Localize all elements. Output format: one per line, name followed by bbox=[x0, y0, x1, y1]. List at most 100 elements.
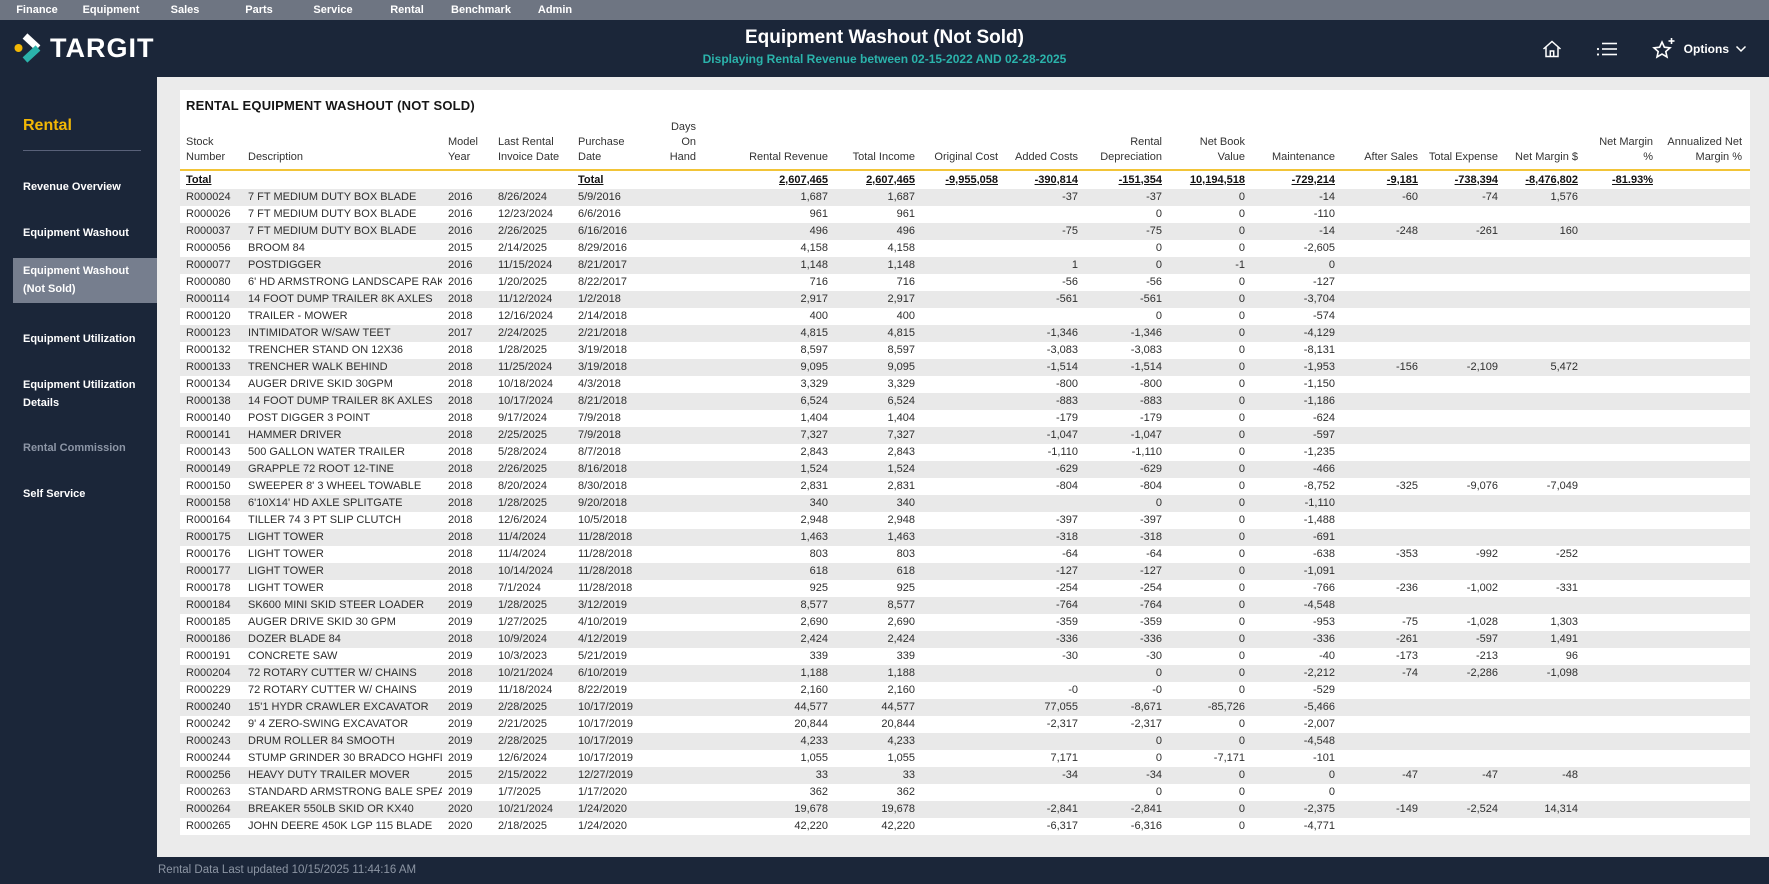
home-button[interactable] bbox=[1540, 37, 1564, 61]
table-row[interactable]: R000176 LIGHT TOWER 2018 11/4/2024 11/28/201… bbox=[180, 546, 1750, 563]
cell-total-income: 2,690 bbox=[887, 616, 915, 629]
column-header-stock-number[interactable]: Stock Number bbox=[180, 118, 242, 170]
nav-item-benchmark[interactable]: Benchmark bbox=[444, 0, 518, 20]
table-row[interactable]: R000178 LIGHT TOWER 2018 7/1/2024 11/28/2018… bbox=[180, 580, 1750, 597]
cell-days-on-hand bbox=[652, 682, 704, 699]
sidebar-item-rental-commission[interactable]: Rental Commission bbox=[0, 440, 157, 458]
table-row[interactable]: R000175 LIGHT TOWER 2018 11/4/2024 11/28/201… bbox=[180, 528, 1750, 546]
table-row[interactable]: R000037 7 FT MEDIUM DUTY BOX BLADE 2016 2/2… bbox=[180, 222, 1750, 240]
cell-after-sales bbox=[1343, 495, 1426, 512]
cell-net-book-value: 0 bbox=[1238, 344, 1245, 357]
total-row[interactable]: Total Total 2,607,465 2,607,465 -9,955,058 -3… bbox=[180, 170, 1750, 189]
cell-maintenance: -101 bbox=[1312, 752, 1335, 765]
table-row[interactable]: R000242 9' 4 ZERO-SWING EXCAVATOR 2019 2/21… bbox=[180, 716, 1750, 733]
table-row[interactable]: R000080 6' HD ARMSTRONG LANDSCAPE RAKE 201… bbox=[180, 274, 1750, 291]
options-button[interactable]: Options bbox=[1650, 35, 1747, 63]
table-row[interactable]: R000133 TRENCHER WALK BEHIND 2018 11/25/202… bbox=[180, 358, 1750, 376]
nav-item-sales[interactable]: Sales bbox=[148, 0, 222, 20]
table-row[interactable]: R000077 POSTDIGGER 2016 11/15/2024 8/21/2017… bbox=[180, 256, 1750, 274]
table-row[interactable]: R000265 JOHN DEERE 450K LGP 115 BLADE 2020… bbox=[180, 818, 1750, 835]
table-row[interactable]: R000140 POST DIGGER 3 POINT 2018 9/17/2024 7… bbox=[180, 410, 1750, 427]
nav-item-equipment[interactable]: Equipment bbox=[74, 0, 148, 20]
sidebar-item-equipment-utilization[interactable]: Equipment Utilization bbox=[0, 331, 157, 349]
cell-rental-depreciation: -804 bbox=[1139, 480, 1162, 493]
column-header-total-income[interactable]: Total Income bbox=[836, 118, 923, 170]
cell-total-income: 2,917 bbox=[887, 293, 915, 306]
cell-model-year: 2018 bbox=[448, 344, 473, 357]
table-row[interactable]: R000177 LIGHT TOWER 2018 10/14/2024 11/28/20… bbox=[180, 562, 1750, 580]
column-header-last-rental-invoice-date[interactable]: Last Rental Invoice Date bbox=[492, 118, 572, 170]
cell-net-margin bbox=[1586, 818, 1661, 835]
sidebar-item-equipment-washout[interactable]: Equipment Washout bbox=[0, 225, 157, 243]
column-header-description[interactable]: Description bbox=[242, 118, 442, 170]
table-row[interactable]: R000243 DRUM ROLLER 84 SMOOTH 2019 2/28/202… bbox=[180, 732, 1750, 750]
table-row[interactable]: R000158 6'10X14' HD AXLE SPLITGATE 2018 1/2… bbox=[180, 494, 1750, 512]
menu-list-button[interactable] bbox=[1594, 37, 1620, 61]
table-row[interactable]: R000138 14 FOOT DUMP TRAILER 8K AXLES 2018… bbox=[180, 392, 1750, 410]
column-header-maintenance[interactable]: Maintenance bbox=[1253, 118, 1343, 170]
table-row[interactable]: R000134 AUGER DRIVE SKID 30GPM 2018 10/18/2… bbox=[180, 376, 1750, 393]
sidebar-item-equipment-washout-not-sold[interactable]: Equipment Washout (Not Sold) bbox=[13, 258, 157, 304]
nav-item-parts[interactable]: Parts bbox=[222, 0, 296, 20]
table-row[interactable]: R000264 BREAKER 550LB SKID OR KX40 2020 10/… bbox=[180, 800, 1750, 818]
nav-item-rental[interactable]: Rental bbox=[370, 0, 444, 20]
cell-description: TILLER 74 3 PT SLIP CLUTCH bbox=[248, 514, 402, 527]
table-row[interactable]: R000185 AUGER DRIVE SKID 30 GPM 2019 1/27/2… bbox=[180, 614, 1750, 631]
nav-item-admin[interactable]: Admin bbox=[518, 0, 592, 20]
nav-item-service[interactable]: Service bbox=[296, 0, 370, 20]
column-header-days-on-hand[interactable]: Days On Hand bbox=[652, 118, 704, 170]
table-row[interactable]: R000149 GRAPPLE 72 ROOT 12-TINE 2018 2/26/2… bbox=[180, 460, 1750, 478]
cell-net-margin bbox=[1586, 699, 1661, 716]
cell-original-cost bbox=[923, 240, 1006, 257]
column-header-added-costs[interactable]: Added Costs bbox=[1006, 118, 1086, 170]
cell-last-rental-invoice-date: 2/25/2025 bbox=[498, 429, 547, 442]
table-row[interactable]: R000256 HEAVY DUTY TRAILER MOVER 2015 2/15/… bbox=[180, 766, 1750, 784]
cell-after-sales bbox=[1343, 818, 1426, 835]
cell-model-year: 2018 bbox=[448, 480, 473, 493]
column-header-model-year[interactable]: Model Year bbox=[442, 118, 492, 170]
table-row[interactable]: R000240 15'1 HYDR CRAWLER EXCAVATOR 2019 2/… bbox=[180, 698, 1750, 716]
cell-purchase-date: 10/5/2018 bbox=[578, 514, 627, 527]
table-row[interactable]: R000123 INTIMIDATOR W/SAW TEET 2017 2/24/20… bbox=[180, 324, 1750, 342]
table-row[interactable]: R000132 TRENCHER STAND ON 12X36 2018 1/28/2… bbox=[180, 342, 1750, 359]
nav-item-finance[interactable]: Finance bbox=[0, 0, 74, 20]
column-header-after-sales[interactable]: After Sales bbox=[1343, 118, 1426, 170]
table-row[interactable]: R000024 7 FT MEDIUM DUTY BOX BLADE 2016 8/2… bbox=[180, 188, 1750, 206]
column-header-net-margin[interactable]: Net Margin $ bbox=[1506, 118, 1586, 170]
column-header-original-cost[interactable]: Original Cost bbox=[923, 118, 1006, 170]
column-header-total-expense[interactable]: Total Expense bbox=[1426, 118, 1506, 170]
column-header-annualized-net-margin[interactable]: Annualized Net Margin % bbox=[1661, 118, 1750, 170]
table-row[interactable]: R000143 500 GALLON WATER TRAILER 2018 5/28/… bbox=[180, 444, 1750, 461]
cell-rental-revenue: 2,948 bbox=[800, 514, 828, 527]
cell-net-book-value: 0 bbox=[1238, 361, 1245, 374]
targit-logo[interactable]: TARGIT bbox=[14, 32, 154, 64]
table-row[interactable]: R000150 SWEEPER 8' 3 WHEEL TOWABLE 2018 8/2… bbox=[180, 478, 1750, 495]
cell-added-costs: -254 bbox=[1055, 582, 1078, 595]
table-row[interactable]: R000244 STUMP GRINDER 30 BRADCO HGHFL 2019… bbox=[180, 750, 1750, 767]
table-row[interactable]: R000164 TILLER 74 3 PT SLIP CLUTCH 2018 12/… bbox=[180, 512, 1750, 529]
column-header-purchase-date[interactable]: Purchase Date bbox=[572, 118, 652, 170]
table-row[interactable]: R000026 7 FT MEDIUM DUTY BOX BLADE 2016 12/… bbox=[180, 206, 1750, 223]
column-header-net-margin[interactable]: Net Margin % bbox=[1586, 118, 1661, 170]
table-row[interactable]: R000186 DOZER BLADE 84 2018 10/9/2024 4/12/2… bbox=[180, 630, 1750, 648]
table-row[interactable]: R000263 STANDARD ARMSTRONG BALE SPEAR 2019… bbox=[180, 784, 1750, 801]
table-row[interactable]: R000120 TRAILER - MOWER 2018 12/16/2024 2/14… bbox=[180, 308, 1750, 325]
cell-rental-revenue: 1,055 bbox=[800, 752, 828, 765]
table-row[interactable]: R000056 BROOM 84 2015 2/14/2025 8/29/2016 4,1… bbox=[180, 240, 1750, 257]
sidebar-item-revenue-overview[interactable]: Revenue Overview bbox=[0, 179, 157, 197]
table-row[interactable]: R000141 HAMMER DRIVER 2018 2/25/2025 7/9/201… bbox=[180, 426, 1750, 444]
sidebar-item-equipment-utilization-details[interactable]: Equipment Utilization Details bbox=[0, 377, 157, 412]
cell-net-book-value: 0 bbox=[1238, 633, 1245, 646]
table-row[interactable]: R000204 72 ROTARY CUTTER W/ CHAINS 2018 10/… bbox=[180, 664, 1750, 682]
cell-last-rental-invoice-date: 2/28/2025 bbox=[498, 735, 547, 748]
column-header-rental-depreciation[interactable]: Rental Depreciation bbox=[1086, 118, 1170, 170]
cell-net-book-value: 0 bbox=[1238, 327, 1245, 340]
table-row[interactable]: R000184 SK600 MINI SKID STEER LOADER 2019 1… bbox=[180, 596, 1750, 614]
sidebar-item-self-service[interactable]: Self Service bbox=[0, 486, 157, 504]
table-row[interactable]: R000229 72 ROTARY CUTTER W/ CHAINS 2019 11/… bbox=[180, 682, 1750, 699]
column-header-net-book-value[interactable]: Net Book Value bbox=[1170, 118, 1253, 170]
column-header-rental-revenue[interactable]: Rental Revenue bbox=[704, 118, 836, 170]
table-row[interactable]: R000114 14 FOOT DUMP TRAILER 8K AXLES 2018… bbox=[180, 290, 1750, 308]
table-row[interactable]: R000191 CONCRETE SAW 2019 10/3/2023 5/21/201… bbox=[180, 648, 1750, 665]
cell-rental-revenue: 4,815 bbox=[800, 327, 828, 340]
